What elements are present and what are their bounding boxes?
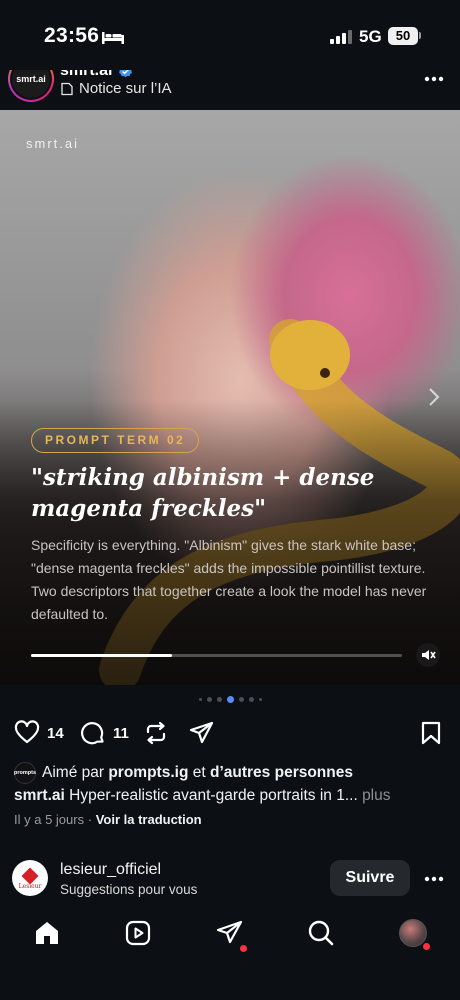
verified-badge-icon: [119, 70, 132, 78]
watermark: smrt.ai: [26, 136, 79, 151]
carousel-dot: [258, 698, 262, 701]
liked-by-others[interactable]: d’autres personnes: [210, 764, 353, 781]
caption-text: Hyper-realistic avant-garde portraits in…: [69, 787, 358, 804]
post-time: Il y a 5 jours: [14, 812, 85, 827]
caption-more-link[interactable]: plus: [362, 787, 390, 804]
status-bar: 23:56 5G 50: [0, 0, 460, 70]
network-label: 5G: [359, 27, 382, 46]
search-icon: [308, 920, 334, 946]
more-options-icon[interactable]: [424, 76, 444, 82]
profile-avatar[interactable]: [399, 919, 427, 947]
nav-home[interactable]: [33, 919, 63, 949]
ai-notice-icon: [61, 82, 73, 95]
suggested-subtitle: Suggestions pour vous: [60, 882, 198, 897]
post-avatar[interactable]: smrt.ai: [8, 70, 54, 102]
battery-tip: [419, 32, 421, 39]
notification-dot: [240, 945, 247, 952]
caption-username[interactable]: smrt.ai: [14, 787, 65, 804]
heart-icon: [14, 720, 40, 744]
status-time: 23:56: [44, 24, 100, 47]
direct-messages-icon: [216, 920, 243, 944]
like-button[interactable]: 14: [14, 720, 64, 746]
liker-avatar: prompts: [14, 762, 36, 784]
ai-notice-link[interactable]: Notice sur l’IA: [60, 80, 172, 97]
post-actions: 14 11: [0, 716, 460, 750]
carousel-dot: [248, 697, 254, 702]
media-headline: "striking albinism + dense magenta freck…: [31, 464, 375, 522]
suggested-account: Lesieur lesieur_officiel Suggestions pou…: [0, 858, 460, 902]
carousel-dot: [238, 697, 244, 702]
video-progress[interactable]: [31, 654, 402, 657]
ai-notice-label: Notice sur l’IA: [79, 80, 172, 97]
post-header: smrt.ai smrt.ai Notice sur l’IA: [0, 70, 460, 110]
notification-dot: [423, 943, 430, 950]
carousel-dot: [216, 697, 222, 702]
mute-icon[interactable]: [416, 643, 440, 667]
carousel-dot: [198, 698, 202, 701]
post-media[interactable]: smrt.ai PROMPT TERM 02 "striking albinis…: [0, 110, 460, 685]
carousel-dot: [226, 696, 234, 703]
comment-icon: [81, 722, 104, 745]
nav-messages[interactable]: [216, 919, 247, 952]
nav-search[interactable]: [307, 919, 337, 949]
suggested-username[interactable]: lesieur_officiel: [60, 861, 161, 879]
liked-by[interactable]: prompts Aimé par prompts.ig et d’autres …: [14, 762, 353, 784]
repost-icon: [146, 721, 166, 745]
liked-by-user[interactable]: prompts.ig: [108, 764, 188, 781]
reels-icon: [125, 920, 151, 946]
carousel-dot: [206, 697, 212, 702]
prompt-term-badge: PROMPT TERM 02: [31, 428, 200, 453]
meta-separator: ·: [87, 812, 93, 827]
video-progress-fill: [31, 654, 172, 657]
translate-link[interactable]: Voir la traduction: [96, 812, 202, 827]
liked-by-prefix: Aimé par: [42, 764, 105, 781]
bed-icon: [102, 32, 124, 44]
post-avatar-label: smrt.ai: [12, 70, 50, 98]
suggested-account-avatar[interactable]: Lesieur: [12, 860, 48, 896]
carousel-indicator: [0, 696, 460, 703]
home-icon: [36, 922, 58, 944]
battery-indicator: 50: [388, 27, 418, 45]
nav-reels[interactable]: [124, 919, 154, 949]
media-description: Specificity is everything. "Albinism" gi…: [31, 537, 427, 622]
like-count: 14: [47, 724, 64, 742]
signal-bars-icon: [330, 30, 352, 44]
follow-button[interactable]: Suivre: [330, 860, 410, 896]
share-button[interactable]: [189, 720, 215, 746]
repost-button[interactable]: [143, 720, 169, 746]
bookmark-icon[interactable]: [418, 720, 444, 746]
post-meta: Il y a 5 jours · Voir la traduction: [14, 812, 202, 827]
more-options-icon[interactable]: [424, 876, 444, 882]
bottom-navigation: [0, 905, 460, 1000]
post-username[interactable]: smrt.ai: [60, 70, 112, 80]
post-caption: smrt.ai Hyper-realistic avant-garde port…: [14, 787, 454, 805]
send-icon: [189, 721, 214, 744]
liked-by-connector: et: [192, 764, 206, 781]
brand-logo-mark: [21, 867, 39, 884]
comment-count: 11: [113, 724, 129, 742]
comment-button[interactable]: 11: [80, 720, 129, 746]
